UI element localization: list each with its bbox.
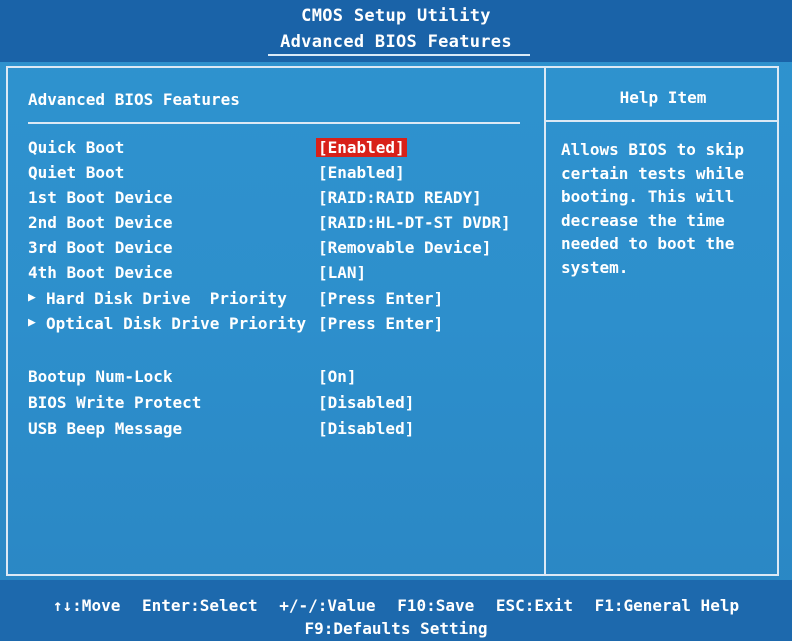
bios-screen: CMOS Setup Utility Advanced BIOS Feature…: [0, 0, 792, 641]
setting-label: 1st Boot Device: [28, 188, 173, 207]
setting-label: 4th Boot Device: [28, 263, 173, 282]
key-hint-help: F1:General Help: [594, 596, 740, 615]
setting-label: USB Beep Message: [28, 419, 183, 438]
setting-row-1st-boot-device[interactable]: 1st Boot Device [RAID:RAID READY]: [0, 188, 540, 212]
help-line: system.: [561, 257, 629, 277]
help-line: booting. This will: [561, 187, 735, 206]
setting-value[interactable]: [Press Enter]: [318, 314, 443, 333]
key-hint-exit: ESC:Exit: [495, 596, 573, 615]
setting-row-quiet-boot[interactable]: Quiet Boot [Enabled]: [0, 163, 540, 187]
utility-title: CMOS Setup Utility: [301, 6, 491, 26]
section-divider: [28, 122, 520, 124]
setting-value[interactable]: [RAID:RAID READY]: [318, 188, 482, 207]
setting-label: Hard Disk Drive Priority: [46, 289, 287, 308]
key-hint-save: F10:Save: [397, 596, 475, 615]
setting-row-usb-beep[interactable]: USB Beep Message [Disabled]: [0, 419, 540, 443]
setting-row-bios-write-protect[interactable]: BIOS Write Protect [Disabled]: [0, 393, 540, 417]
setting-value[interactable]: [Press Enter]: [318, 289, 443, 308]
setting-label: Quiet Boot: [28, 163, 125, 182]
key-hint-select: Enter:Select: [141, 596, 258, 615]
setting-value[interactable]: [Removable Device]: [318, 238, 491, 257]
setting-row-odd-priority[interactable]: ▶ Optical Disk Drive Priority [Press Ent…: [0, 314, 540, 338]
setting-row-hdd-priority[interactable]: ▶ Hard Disk Drive Priority [Press Enter]: [0, 289, 540, 313]
setting-row-quick-boot[interactable]: Quick Boot [Enabled]: [0, 138, 540, 162]
title-underline: [268, 54, 530, 56]
key-hint-defaults: F9:Defaults Setting: [304, 619, 488, 638]
key-legend: ↑↓:Move Enter:Select +/-/:Value F10:Save…: [0, 596, 792, 615]
setting-row-num-lock[interactable]: Bootup Num-Lock [On]: [0, 367, 540, 391]
help-line: decrease the time: [561, 210, 725, 230]
submenu-arrow-icon: ▶: [28, 315, 36, 330]
setting-value[interactable]: [LAN]: [318, 263, 366, 282]
setting-label: Quick Boot: [28, 138, 125, 157]
help-line: certain tests while: [561, 163, 745, 183]
setting-value[interactable]: [Enabled]: [318, 163, 405, 182]
setting-value[interactable]: [On]: [318, 367, 357, 386]
setting-row-3rd-boot-device[interactable]: 3rd Boot Device [Removable Device]: [0, 238, 540, 262]
panel-divider: [544, 66, 546, 576]
page-title: Advanced BIOS Features: [280, 32, 512, 52]
setting-label: Bootup Num-Lock: [28, 367, 173, 386]
help-line: Allows BIOS to skip: [561, 140, 745, 159]
setting-row-4th-boot-device[interactable]: 4th Boot Device [LAN]: [0, 263, 540, 287]
key-hint-value: +/-/:Value: [279, 596, 376, 615]
section-title: Advanced BIOS Features: [28, 90, 240, 109]
help-line: needed to boot the: [561, 234, 735, 253]
setting-value[interactable]: [Disabled]: [318, 393, 414, 412]
key-hint-move: ↑↓:Move: [52, 596, 121, 615]
help-divider: [546, 120, 779, 122]
setting-label: BIOS Write Protect: [28, 393, 202, 412]
setting-value-selected[interactable]: [Enabled]: [316, 138, 407, 157]
setting-value[interactable]: [RAID:HL-DT-ST DVDR]: [318, 213, 511, 232]
setting-label: 2nd Boot Device: [28, 213, 173, 232]
setting-label: Optical Disk Drive Priority: [46, 314, 307, 333]
submenu-arrow-icon: ▶: [28, 290, 36, 305]
setting-row-2nd-boot-device[interactable]: 2nd Boot Device [RAID:HL-DT-ST DVDR]: [0, 213, 540, 237]
setting-value[interactable]: [Disabled]: [318, 419, 414, 438]
help-text: Allows BIOS to skip certain tests while …: [561, 138, 771, 279]
help-title: Help Item: [619, 88, 707, 107]
setting-label: 3rd Boot Device: [28, 238, 173, 257]
